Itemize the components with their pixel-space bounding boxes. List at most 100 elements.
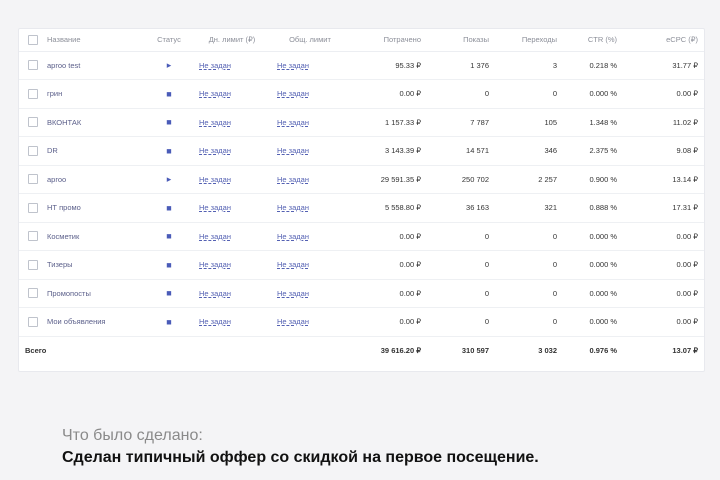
status-cell[interactable]: ■ (145, 194, 193, 223)
column-header-ctr[interactable]: CTR (%) (563, 29, 623, 52)
row-checkbox[interactable] (28, 288, 38, 299)
campaign-name[interactable]: DR (41, 137, 145, 166)
total-limit-link[interactable]: Не задан (277, 146, 309, 155)
row-select[interactable] (19, 137, 41, 166)
status-icon[interactable]: ■ (166, 288, 171, 298)
ecpc-value: 0.00 ₽ (676, 317, 698, 327)
status-icon[interactable]: ■ (166, 89, 171, 99)
column-header-status[interactable]: Статус (145, 29, 193, 52)
total-limit-cell: Не задан (271, 222, 349, 251)
row-checkbox[interactable] (28, 88, 38, 99)
ctr-value: 1.348 % (589, 117, 617, 127)
impressions-value: 14 571 (466, 146, 489, 156)
column-header-spent[interactable]: Потрачено (349, 29, 427, 52)
status-cell[interactable]: ■ (145, 80, 193, 109)
status-icon[interactable]: ■ (166, 260, 171, 270)
day-limit-link[interactable]: Не задан (199, 289, 231, 298)
row-select[interactable] (19, 251, 41, 280)
status-cell[interactable]: ▸ (145, 51, 193, 80)
table-row[interactable]: ВКОНТАК ■ Не задан Не задан 1 157.33 ₽ 7 787 1… (19, 108, 704, 137)
status-cell[interactable]: ■ (145, 137, 193, 166)
table-row[interactable]: Тизеры ■ Не задан Не задан 0.00 ₽ 0 0 0.000 % 0.… (19, 251, 704, 280)
ecpc-value: 31.77 ₽ (672, 60, 698, 70)
status-cell[interactable]: ■ (145, 251, 193, 280)
total-limit-link[interactable]: Не задан (277, 203, 309, 212)
row-select[interactable] (19, 108, 41, 137)
table-row[interactable]: aproo test ▸ Не задан Не задан 95.33 ₽ 1 376 3… (19, 51, 704, 80)
status-icon[interactable]: ▸ (167, 60, 172, 70)
row-checkbox[interactable] (28, 316, 38, 327)
row-select[interactable] (19, 308, 41, 337)
total-limit-link[interactable]: Не задан (277, 61, 309, 70)
spent-value: 0.00 ₽ (399, 288, 421, 298)
day-limit-link[interactable]: Не задан (199, 232, 231, 241)
campaign-name[interactable]: грин (41, 80, 145, 109)
impressions-value: 0 (484, 317, 489, 327)
status-cell[interactable]: ■ (145, 108, 193, 137)
day-limit-link[interactable]: Не задан (199, 175, 231, 184)
day-limit-link[interactable]: Не задан (199, 260, 231, 269)
total-limit-link[interactable]: Не задан (277, 260, 309, 269)
table-row[interactable]: DR ■ Не задан Не задан 3 143.39 ₽ 14 571 346 2.… (19, 137, 704, 166)
campaign-name[interactable]: aproo test (41, 51, 145, 80)
total-limit-link[interactable]: Не задан (277, 89, 309, 98)
column-header-name[interactable]: Название (41, 29, 145, 52)
day-limit-link[interactable]: Не задан (199, 146, 231, 155)
status-icon[interactable]: ■ (166, 146, 171, 156)
table-row[interactable]: Косметик ■ Не задан Не задан 0.00 ₽ 0 0 0.000 %… (19, 222, 704, 251)
clicks-value: 0 (552, 288, 557, 298)
row-checkbox[interactable] (28, 259, 38, 270)
select-all-checkbox[interactable] (19, 29, 41, 52)
total-limit-link[interactable]: Не задан (277, 232, 309, 241)
row-checkbox[interactable] (28, 60, 38, 71)
row-checkbox[interactable] (28, 145, 38, 156)
status-icon[interactable]: ■ (166, 117, 171, 127)
campaign-name[interactable]: Косметик (41, 222, 145, 251)
day-limit-link[interactable]: Не задан (199, 61, 231, 70)
day-limit-link[interactable]: Не задан (199, 203, 231, 212)
row-select[interactable] (19, 165, 41, 194)
column-header-clicks[interactable]: Переходы (495, 29, 563, 52)
column-header-total-limit[interactable]: Общ. лимит (271, 29, 349, 52)
status-cell[interactable]: ■ (145, 308, 193, 337)
status-icon[interactable]: ■ (166, 203, 171, 213)
row-checkbox[interactable] (28, 174, 38, 185)
row-select[interactable] (19, 194, 41, 223)
table-row[interactable]: Промопосты ■ Не задан Не задан 0.00 ₽ 0 0 0.000… (19, 279, 704, 308)
status-icon[interactable]: ■ (166, 317, 171, 327)
table-row[interactable]: НТ промо ■ Не задан Не задан 5 558.80 ₽ 36 16… (19, 194, 704, 223)
status-cell[interactable]: ■ (145, 279, 193, 308)
row-checkbox[interactable] (28, 117, 38, 128)
status-cell[interactable]: ■ (145, 222, 193, 251)
campaign-name[interactable]: НТ промо (41, 194, 145, 223)
row-select[interactable] (19, 80, 41, 109)
campaign-name[interactable]: Тизеры (41, 251, 145, 280)
clicks-value: 0 (552, 231, 557, 241)
day-limit-link[interactable]: Не задан (199, 317, 231, 326)
row-select[interactable] (19, 222, 41, 251)
column-header-ecpc[interactable]: eCPC (₽) (623, 29, 704, 52)
day-limit-link[interactable]: Не задан (199, 118, 231, 127)
campaign-name[interactable]: ВКОНТАК (41, 108, 145, 137)
total-limit-link[interactable]: Не задан (277, 175, 309, 184)
status-cell[interactable]: ▸ (145, 165, 193, 194)
table-row[interactable]: Мои объявления ■ Не задан Не задан 0.00 ₽ 0 0 0… (19, 308, 704, 337)
campaign-name[interactable]: Промопосты (41, 279, 145, 308)
column-header-day-limit[interactable]: Дн. лимит (₽) (193, 29, 271, 52)
column-header-impressions[interactable]: Показы (427, 29, 495, 52)
table-row[interactable]: aproo ▸ Не задан Не задан 29 591.35 ₽ 250 702… (19, 165, 704, 194)
campaign-name[interactable]: Мои объявления (41, 308, 145, 337)
table-row[interactable]: грин ■ Не задан Не задан 0.00 ₽ 0 0 0.000 % 0.00… (19, 80, 704, 109)
total-limit-cell: Не задан (271, 137, 349, 166)
total-limit-link[interactable]: Не задан (277, 289, 309, 298)
day-limit-link[interactable]: Не задан (199, 89, 231, 98)
row-checkbox[interactable] (28, 231, 38, 242)
status-icon[interactable]: ▸ (167, 174, 172, 184)
campaign-name[interactable]: aproo (41, 165, 145, 194)
status-icon[interactable]: ■ (166, 231, 171, 241)
total-limit-link[interactable]: Не задан (277, 118, 309, 127)
total-limit-link[interactable]: Не задан (277, 317, 309, 326)
row-select[interactable] (19, 279, 41, 308)
row-select[interactable] (19, 51, 41, 80)
row-checkbox[interactable] (28, 202, 38, 213)
